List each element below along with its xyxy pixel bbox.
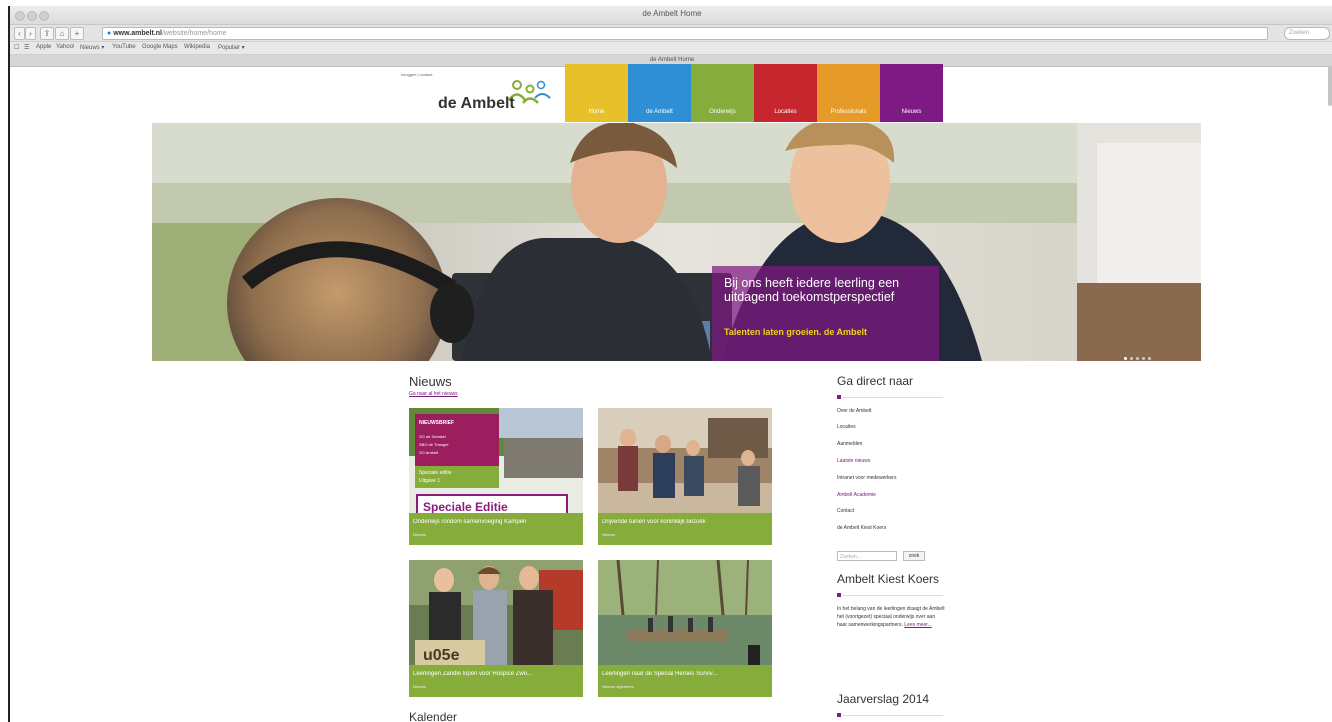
slider-dots — [1124, 347, 1154, 361]
slider-dot-3[interactable] — [1136, 357, 1139, 360]
bookmarks-icon[interactable]: ☰ — [24, 44, 29, 51]
back-icon[interactable]: ‹ — [14, 27, 25, 40]
nav-de-ambelt[interactable]: de Ambelt — [628, 64, 691, 122]
news-card-title[interactable]: Onderwijs rondom samenvoeging Kampen — [413, 519, 579, 525]
bookmark-wikipedia[interactable]: Wikipedia — [184, 44, 210, 50]
bookmark-populair[interactable]: Populair ▾ — [218, 44, 245, 51]
top-links[interactable]: Inloggen | contact — [401, 72, 433, 77]
sidebar-link-intranet[interactable]: Intranet voor medewerkers — [837, 475, 896, 481]
news-card-category: Nieuws algemeen — [602, 684, 634, 689]
all-news-link[interactable]: Ga naar al het nieuws — [409, 391, 458, 397]
koers-read-more-link[interactable]: Lees meer... — [904, 622, 932, 628]
bookmark-yahoo[interactable]: Yahoo! — [56, 44, 75, 50]
slider-dot-2[interactable] — [1130, 357, 1133, 360]
sidebar-link-ambelt-academie[interactable]: Ambelt Academie — [837, 492, 876, 498]
browser-search-input[interactable]: Zoeken — [1284, 27, 1330, 40]
bookmarks-bar: ☐ ☰ Apple Yahoo! Nieuws ▾ YouTube Google… — [10, 42, 1332, 55]
newsletter-edition: Speciale editie — [419, 470, 452, 476]
reading-list-icon[interactable]: ☐ — [14, 44, 19, 51]
globe-icon: ● — [107, 30, 112, 37]
runners-photo: u05e — [409, 560, 583, 665]
survival-photo — [598, 560, 772, 665]
heading-marker — [837, 593, 841, 597]
koers-heading: Ambelt Kiest Koers — [837, 572, 940, 586]
nav-onderwijs[interactable]: Onderwijs — [691, 64, 754, 122]
newsletter-line-1: SO de Schakel — [419, 434, 446, 439]
newsletter-issue: Uitgave 1 — [419, 478, 441, 484]
main-nav: Home de Ambelt Onderwijs Locaties Profes… — [565, 64, 943, 122]
hero-tagline: Talenten laten groeien. de Ambelt — [724, 327, 868, 337]
site-logo[interactable]: de Ambelt — [438, 76, 558, 120]
title-bar: de Ambelt Home — [10, 6, 1332, 25]
home-icon[interactable]: ⌂ — [55, 27, 69, 40]
logo-text: de Ambelt — [438, 95, 515, 112]
news-card-2[interactable]: Drijvende tuinen voor koninklijk bezoek … — [598, 408, 772, 545]
bookmark-nieuws[interactable]: Nieuws ▾ — [80, 44, 104, 51]
browser-toolbar: ‹ › ⇪ ⌂ + ● www.ambelt.nl/website/home/h… — [10, 25, 1332, 42]
newsletter-line-3: SO Ambelt — [419, 450, 439, 455]
news-card-category: Nieuws — [413, 684, 427, 689]
sidebar-link-contact[interactable]: Contact — [837, 508, 854, 514]
bookmark-apple[interactable]: Apple — [36, 44, 51, 50]
newsletter-line-2: SBO de Triangel — [419, 442, 449, 447]
hero-photo — [152, 123, 1201, 361]
heading-marker — [837, 713, 841, 717]
kalender-heading: Kalender — [409, 710, 458, 722]
hero-slider[interactable]: Bij ons heeft iedere leerling een uitdag… — [152, 123, 1201, 361]
news-card-image: u05e — [409, 560, 583, 665]
heading-rule — [843, 595, 943, 596]
news-card-4[interactable]: Leerlingen naar de Special Heroes Surviv… — [598, 560, 772, 697]
heading-rule — [843, 715, 943, 716]
sidebar-search-button[interactable]: zoek — [903, 551, 925, 561]
koers-text: In het belang van de leerlingen draagt d… — [837, 605, 945, 629]
news-card-category: Nieuws — [602, 532, 616, 537]
news-card-title[interactable]: Leerlingen naar de Special Heroes Surviv… — [602, 671, 768, 677]
sidebar-link-locaties[interactable]: Locaties — [837, 424, 856, 430]
heading-rule — [843, 397, 943, 398]
news-card-3[interactable]: u05e Leerlingen Zandle lopen voor Hospic… — [409, 560, 583, 697]
slider-dot-4[interactable] — [1142, 357, 1145, 360]
news-card-title[interactable]: Drijvende tuinen voor koninklijk bezoek — [602, 519, 768, 525]
url-path: /website/home/home — [161, 30, 227, 37]
window-title: de Ambelt Home — [642, 9, 702, 18]
page-scrollbar[interactable] — [1328, 66, 1332, 106]
jaarverslag-heading: Jaarverslag 2014 — [837, 692, 930, 706]
slider-dot-1[interactable] — [1124, 357, 1127, 360]
share-icon[interactable]: ⇪ — [40, 27, 54, 40]
news-card-image: NIEUWSBRIEF SO de Schakel SBO de Triange… — [409, 408, 583, 513]
news-card-title[interactable]: Leerlingen Zandle lopen voor Hospice Zwo… — [413, 671, 579, 677]
news-heading: Nieuws — [409, 374, 452, 389]
url-host: www.ambelt.nl — [113, 30, 162, 37]
forward-icon[interactable]: › — [25, 27, 36, 40]
nav-home[interactable]: Home — [565, 64, 628, 122]
direct-nav-heading: Ga direct naar — [837, 374, 914, 388]
sidebar-link-over-de-ambelt[interactable]: Over de Ambelt — [837, 408, 871, 414]
hero-headline: Bij ons heeft iedere leerling een uitdag… — [724, 276, 900, 304]
newsletter-banner: Speciale Editie — [423, 500, 508, 513]
bookmark-youtube[interactable]: YouTube — [112, 44, 136, 50]
svg-text:u05e: u05e — [423, 647, 460, 664]
news-card-category: Nieuws — [413, 532, 427, 537]
address-bar[interactable]: ● www.ambelt.nl/website/home/home — [102, 27, 1268, 40]
workshop-photo — [598, 408, 772, 513]
nav-professionals[interactable]: Professionals — [817, 64, 880, 122]
slider-dot-5[interactable] — [1148, 357, 1151, 360]
heading-marker — [837, 395, 841, 399]
sidebar-search-input[interactable]: Zoeken... — [837, 551, 897, 561]
sidebar-link-kiest-koers[interactable]: de Ambelt Kiest Koers — [837, 525, 886, 531]
nav-nieuws[interactable]: Nieuws — [880, 64, 943, 122]
nav-locaties[interactable]: Locaties — [754, 64, 817, 122]
news-card-1[interactable]: NIEUWSBRIEF SO de Schakel SBO de Triange… — [409, 408, 583, 545]
newsletter-heading: NIEUWSBRIEF — [419, 420, 454, 426]
sidebar-link-aanmelden[interactable]: Aanmelden — [837, 441, 862, 447]
sidebar-link-laatste-nieuws[interactable]: Laatste nieuws — [837, 458, 870, 464]
news-card-image — [598, 560, 772, 665]
news-card-image — [598, 408, 772, 513]
bookmark-google-maps[interactable]: Google Maps — [142, 44, 178, 50]
browser-window: de Ambelt Home ‹ › ⇪ ⌂ + ● www.ambelt.nl… — [8, 6, 1332, 722]
add-icon[interactable]: + — [70, 27, 84, 40]
